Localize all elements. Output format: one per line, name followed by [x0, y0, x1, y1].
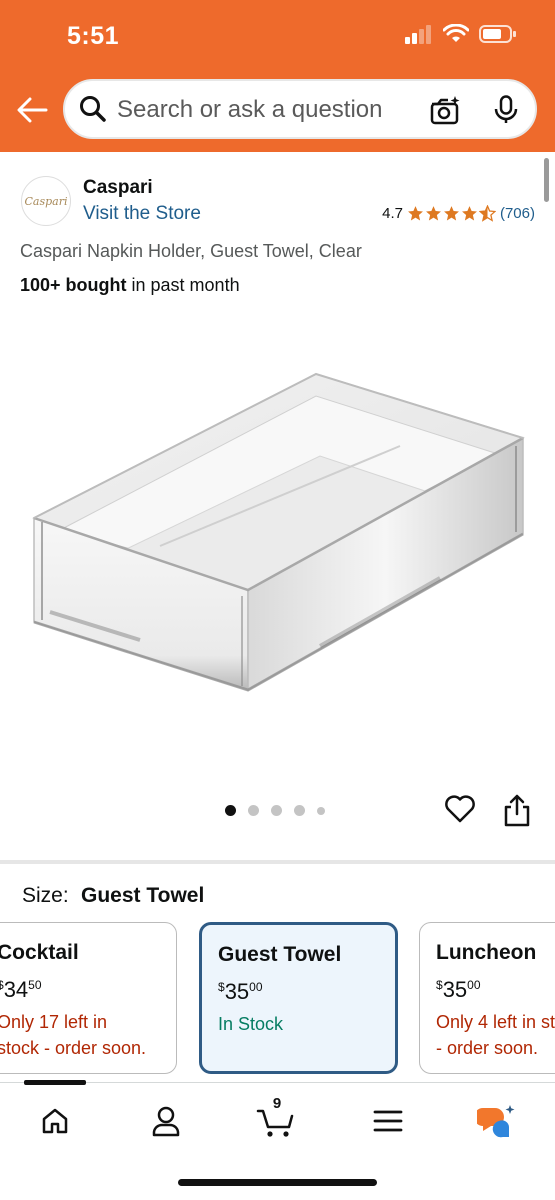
carousel-dot[interactable]: [271, 805, 282, 816]
wifi-icon: [443, 24, 469, 42]
stock-status: Only 4 left in stock - order soon.: [436, 1012, 555, 1058]
heart-icon: [445, 795, 475, 823]
brand-logo-text: Caspari: [24, 194, 68, 208]
camera-search-icon[interactable]: [429, 95, 461, 125]
section-divider: [0, 860, 555, 864]
star-rating: [407, 205, 496, 222]
nav-cart[interactable]: 9: [254, 1095, 298, 1141]
brand-logo[interactable]: Caspari: [21, 176, 71, 226]
app-header: 5:51: [0, 0, 555, 152]
search-icon: [80, 96, 106, 122]
stock-status: Only 17 left in stock - order soon.: [0, 1012, 147, 1058]
star-full-icon: [408, 206, 423, 221]
size-label: Size:: [22, 884, 69, 907]
battery-icon: [479, 25, 516, 43]
visit-store-link[interactable]: Visit the Store: [83, 203, 201, 225]
rating-value: 4.7: [382, 205, 403, 222]
nav-menu[interactable]: [366, 1101, 410, 1141]
carousel-dot[interactable]: [248, 805, 259, 816]
cart-count: 9: [272, 1095, 282, 1112]
cellular-signal-icon: [405, 25, 431, 44]
size-option-price: $3450: [0, 977, 42, 1002]
nav-active-indicator: [24, 1080, 86, 1085]
size-option-guest-towel[interactable]: Guest Towel $3500 In Stock: [199, 922, 398, 1074]
size-option-name: Luncheon: [436, 941, 537, 964]
star-full-icon: [462, 206, 477, 221]
rating-count[interactable]: (706): [500, 205, 535, 222]
carousel-dot[interactable]: [294, 805, 305, 816]
purchase-count-bold: 100+ bought: [20, 275, 127, 295]
account-icon: [152, 1106, 180, 1137]
nav-rufus[interactable]: [475, 1101, 519, 1141]
share-button[interactable]: [503, 794, 531, 833]
product-image[interactable]: [20, 350, 535, 700]
back-arrow-icon: [17, 97, 48, 123]
size-option-luncheon[interactable]: Luncheon $3500 Only 4 left in stock - or…: [419, 922, 555, 1074]
search-bar[interactable]: [63, 79, 537, 139]
image-carousel-dots[interactable]: [225, 805, 325, 816]
stock-status: In Stock: [218, 1014, 284, 1034]
nav-account[interactable]: [144, 1101, 188, 1141]
status-time: 5:51: [67, 22, 120, 50]
brand-name[interactable]: Caspari: [83, 177, 153, 199]
carousel-dot[interactable]: [317, 806, 325, 815]
product-title: Caspari Napkin Holder, Guest Towel, Clea…: [20, 241, 362, 261]
size-option-name: Cocktail: [0, 941, 79, 964]
rufus-icon: [477, 1105, 515, 1138]
status-icons: [405, 24, 517, 44]
microphone-icon[interactable]: [493, 95, 519, 125]
star-half-icon: [478, 205, 496, 222]
size-option-name: Guest Towel: [218, 943, 342, 966]
menu-icon: [373, 1110, 403, 1132]
nav-home[interactable]: [33, 1101, 77, 1141]
home-icon: [42, 1108, 68, 1134]
selected-size: Guest Towel: [81, 884, 205, 907]
search-input[interactable]: [117, 95, 417, 125]
star-full-icon: [426, 206, 441, 221]
rating-summary[interactable]: 4.7 (706): [382, 205, 535, 222]
size-option-price: $3500: [436, 977, 481, 1002]
size-option-cocktail[interactable]: Cocktail $3450 Only 17 left in stock - o…: [0, 922, 177, 1074]
scroll-indicator[interactable]: [544, 158, 549, 202]
purchase-count-rest: in past month: [126, 275, 240, 295]
back-button[interactable]: [14, 92, 50, 128]
star-full-icon: [444, 206, 459, 221]
share-icon: [504, 794, 530, 827]
size-option-price: $3500: [218, 979, 263, 1004]
purchase-count: 100+ bought in past month: [20, 275, 240, 296]
carousel-dot-active[interactable]: [225, 805, 236, 816]
home-indicator[interactable]: [178, 1179, 377, 1186]
add-to-list-button[interactable]: [444, 794, 476, 829]
